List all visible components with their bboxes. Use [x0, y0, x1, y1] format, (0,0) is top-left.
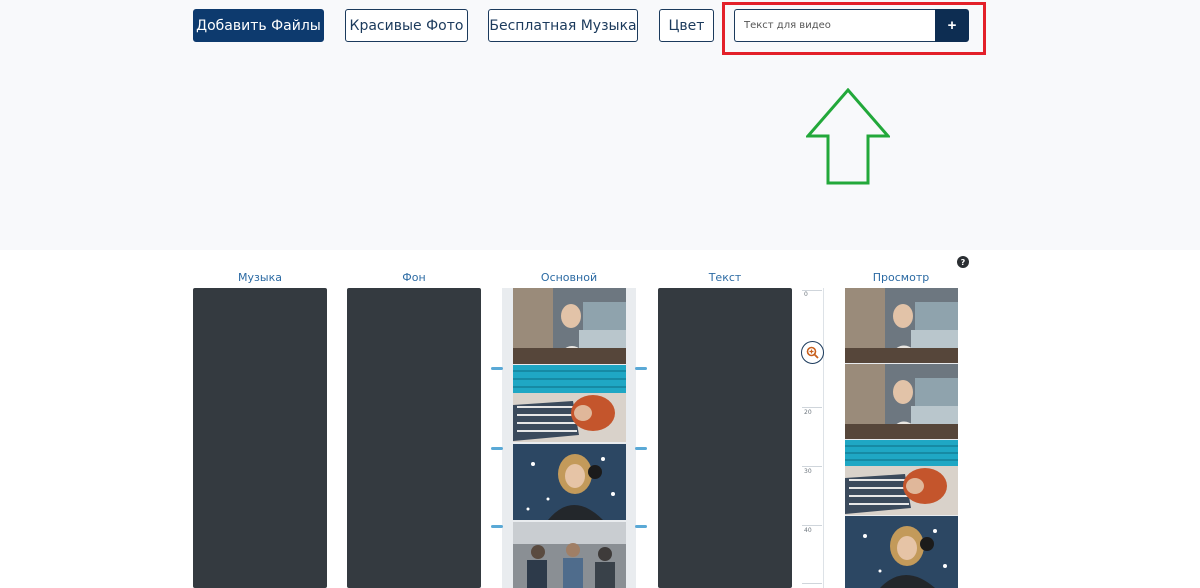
- clip-thumbnail[interactable]: [513, 444, 626, 520]
- column-label-preview: Просмотр: [872, 271, 930, 284]
- clip-thumbnail[interactable]: [513, 522, 626, 588]
- video-text-input[interactable]: [734, 9, 935, 42]
- preview-thumbnail[interactable]: [845, 288, 958, 363]
- preview-thumbnail[interactable]: [845, 440, 958, 515]
- add-files-button[interactable]: Добавить Файлы: [193, 9, 324, 42]
- music-track[interactable]: [193, 288, 327, 588]
- beautiful-photos-button[interactable]: Красивые Фото: [345, 9, 468, 42]
- clip-marker[interactable]: [635, 367, 647, 370]
- up-arrow-icon: [806, 88, 890, 185]
- clip-marker[interactable]: [491, 525, 503, 528]
- ruler-tick: [802, 407, 822, 408]
- timeline-ruler[interactable]: 0 20 30 40: [800, 288, 824, 588]
- zoom-in-icon[interactable]: [801, 341, 824, 364]
- ruler-tick-label: 0: [804, 291, 808, 298]
- question-icon[interactable]: ?: [957, 256, 969, 268]
- ruler-tick: [802, 583, 822, 584]
- color-button[interactable]: Цвет: [659, 9, 714, 42]
- clip-marker[interactable]: [635, 447, 647, 450]
- column-label-background: Фон: [402, 271, 426, 284]
- text-track[interactable]: [658, 288, 792, 588]
- column-label-main: Основной: [540, 271, 598, 284]
- clip-marker[interactable]: [635, 525, 647, 528]
- column-label-text: Текст: [708, 271, 742, 284]
- background-track[interactable]: [347, 288, 481, 588]
- main-track[interactable]: [491, 288, 647, 588]
- clip-thumbnail[interactable]: [513, 365, 626, 442]
- ruler-tick-label: 20: [804, 409, 812, 416]
- free-music-button[interactable]: Бесплатная Музыка: [488, 9, 638, 42]
- preview-track[interactable]: [845, 288, 958, 588]
- column-label-music: Музыка: [238, 271, 282, 284]
- preview-thumbnail[interactable]: [845, 364, 958, 439]
- ruler-tick-label: 40: [804, 527, 812, 534]
- ruler-tick: [802, 525, 822, 526]
- clip-marker[interactable]: [491, 367, 503, 370]
- clip-thumbnail[interactable]: [513, 288, 626, 364]
- preview-thumbnail[interactable]: [845, 516, 958, 588]
- ruler-tick-label: 30: [804, 468, 812, 475]
- add-text-button[interactable]: +: [935, 9, 969, 42]
- ruler-tick: [802, 466, 822, 467]
- clip-marker[interactable]: [491, 447, 503, 450]
